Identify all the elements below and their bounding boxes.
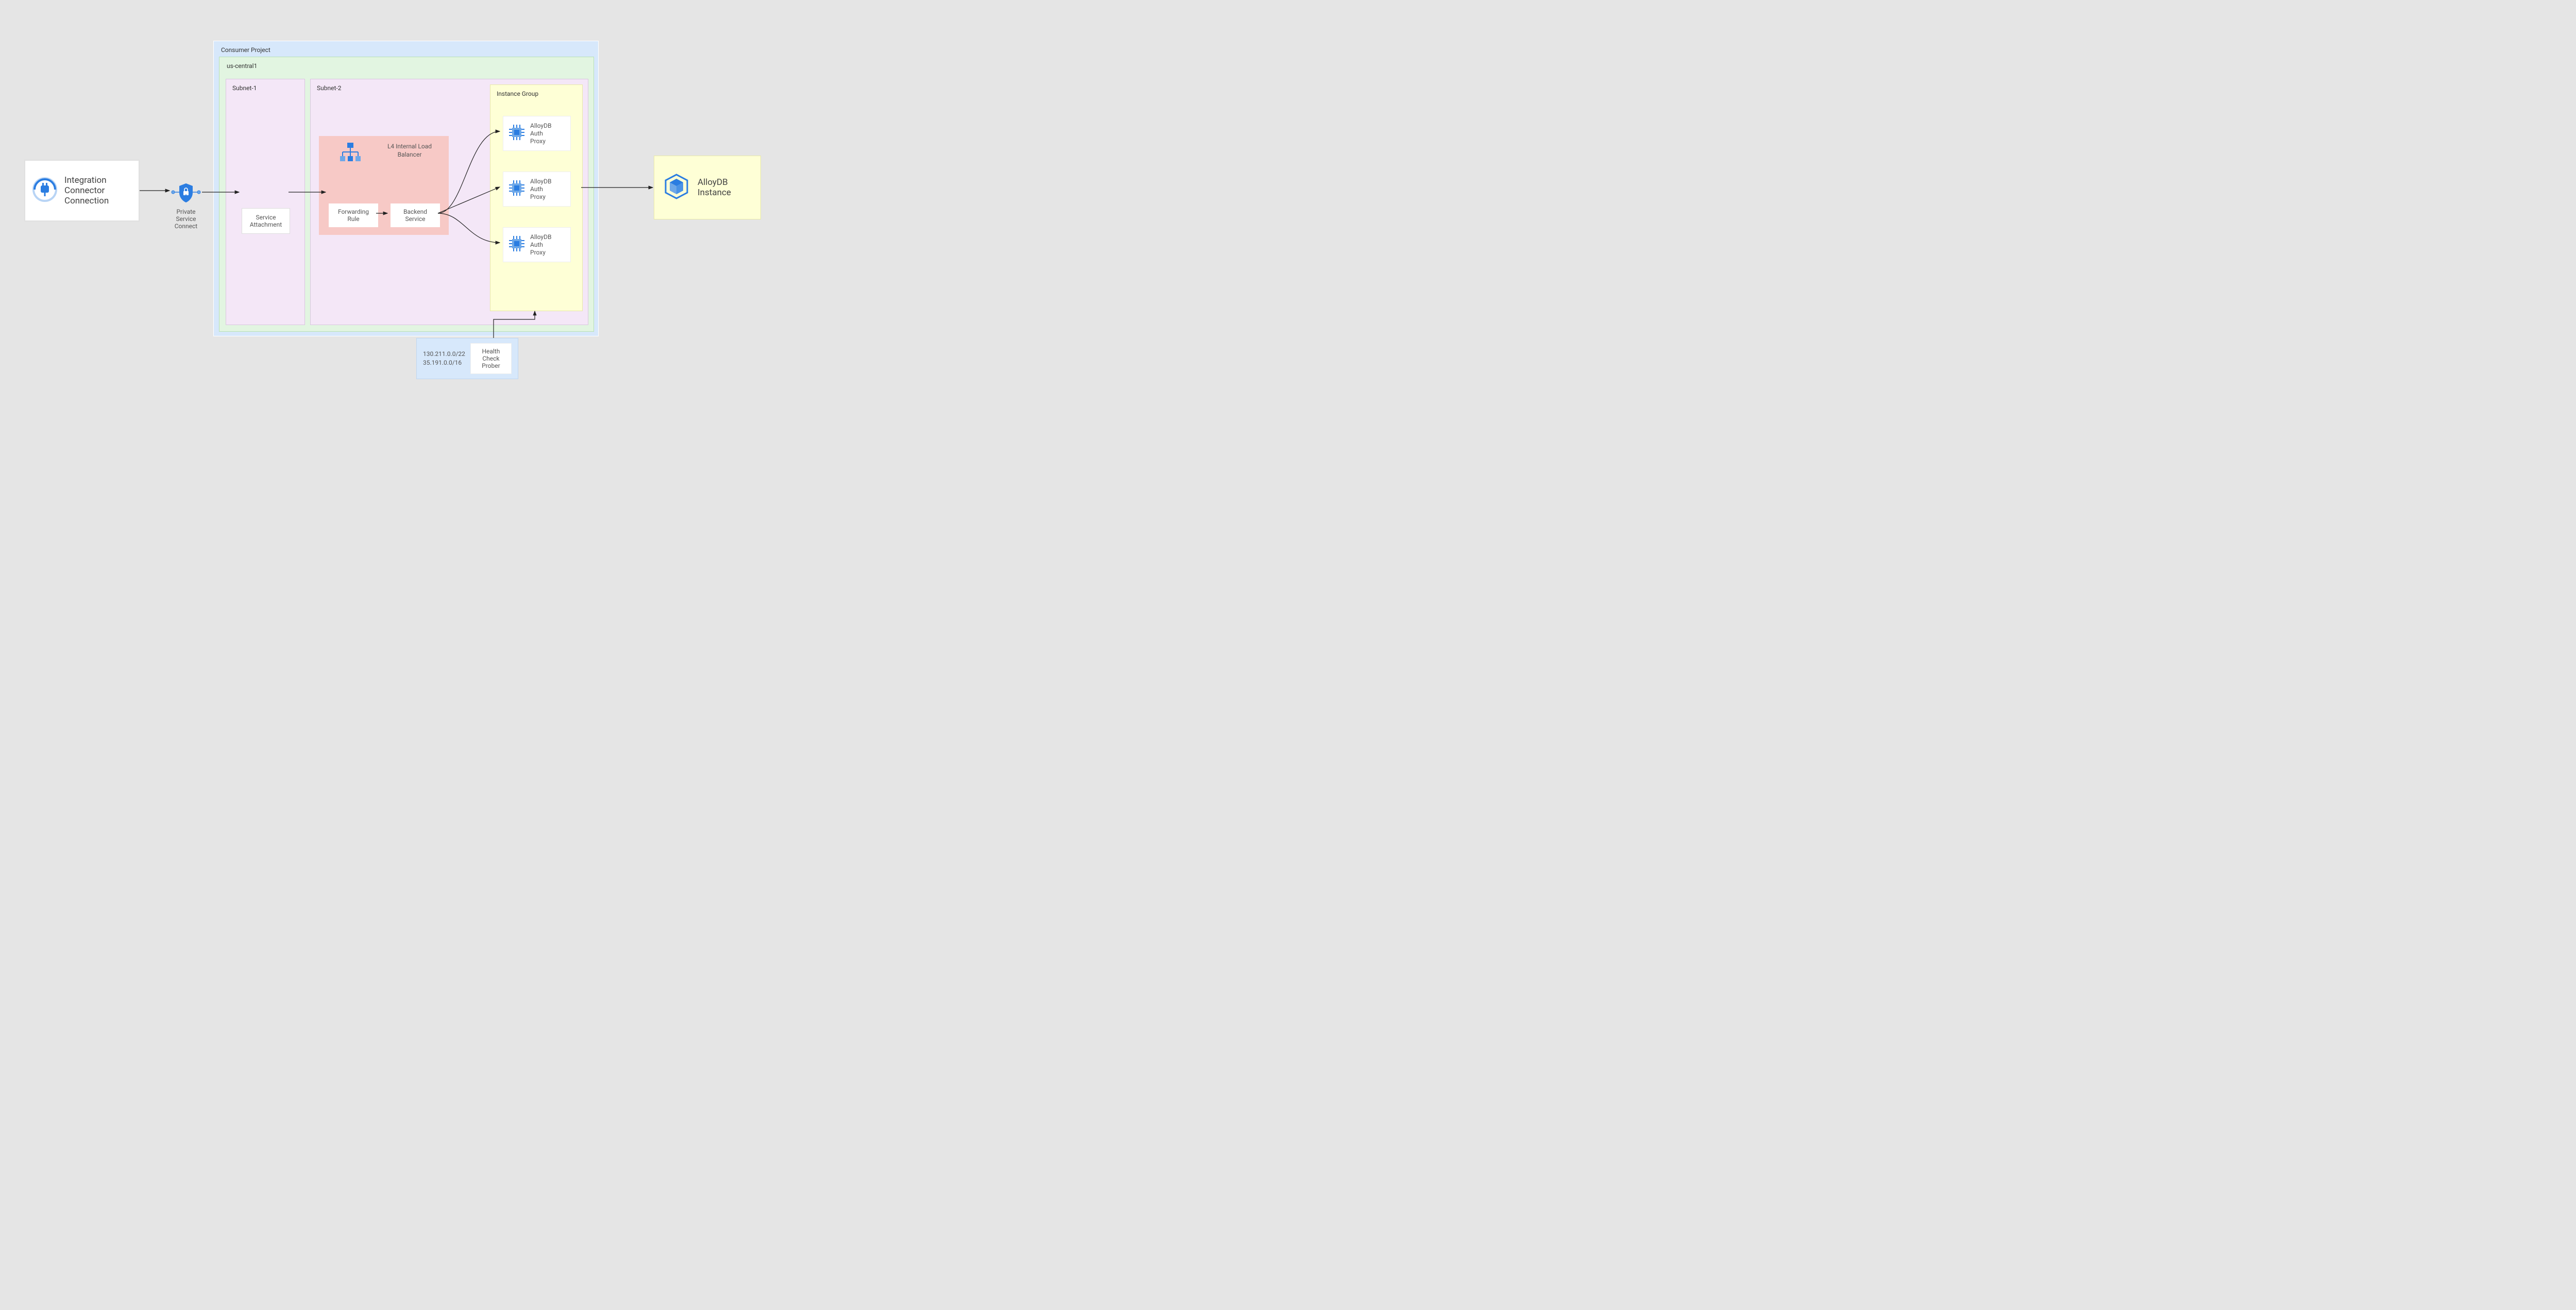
subnet-2-container: Subnet-2 L4 Internal Load B (310, 79, 588, 325)
forwarding-rule-box: Forwarding Rule (329, 203, 378, 227)
alloydb-icon (663, 173, 690, 202)
health-check-container: 130.211.0.0/22 35.191.0.0/16 Health Chec… (416, 338, 518, 379)
load-balancer-icon (338, 142, 363, 164)
integration-connector-box: Integration Connector Connection (24, 160, 140, 222)
cpu-icon (507, 179, 526, 199)
subnet-1-title: Subnet-1 (226, 79, 304, 97)
integration-connector-label: Integration Connector Connection (64, 175, 109, 206)
health-check-prober-box: Health Check Prober (470, 343, 512, 374)
proxy-label: AlloyDB Auth Proxy (530, 178, 551, 201)
proxy-label: AlloyDB Auth Proxy (530, 122, 551, 145)
cpu-icon (507, 123, 526, 144)
region-container: us-central1 Subnet-1 Service Attachment … (219, 57, 594, 332)
psc-label: Private Service Connect (170, 208, 202, 230)
instance-group-title: Instance Group (490, 85, 582, 103)
alloydb-label: AlloyDB Instance (698, 177, 731, 198)
subnet-1-container: Subnet-1 Service Attachment (226, 79, 305, 325)
private-service-connect: Private Service Connect (170, 180, 202, 237)
cpu-icon (507, 234, 526, 255)
consumer-project-title: Consumer Project (219, 45, 593, 57)
service-attachment-box: Service Attachment (242, 208, 290, 234)
backend-service-box: Backend Service (391, 203, 440, 227)
connector-icon (32, 177, 57, 204)
proxy-box: AlloyDB Auth Proxy (503, 172, 571, 207)
load-balancer-container: L4 Internal Load Balancer Forwarding Rul… (319, 136, 449, 235)
proxy-box: AlloyDB Auth Proxy (503, 116, 571, 151)
load-balancer-title: L4 Internal Load Balancer (376, 143, 443, 159)
instance-group-container: Instance Group (490, 84, 583, 311)
alloydb-instance-box: AlloyDB Instance (654, 156, 761, 219)
proxy-box: AlloyDB Auth Proxy (503, 227, 571, 262)
region-title: us-central1 (225, 61, 588, 73)
health-check-ips: 130.211.0.0/22 35.191.0.0/16 (423, 350, 465, 367)
proxy-label: AlloyDB Auth Proxy (530, 233, 551, 257)
shield-icon (170, 196, 202, 206)
consumer-project-container: Consumer Project us-central1 Subnet-1 Se… (213, 41, 599, 336)
